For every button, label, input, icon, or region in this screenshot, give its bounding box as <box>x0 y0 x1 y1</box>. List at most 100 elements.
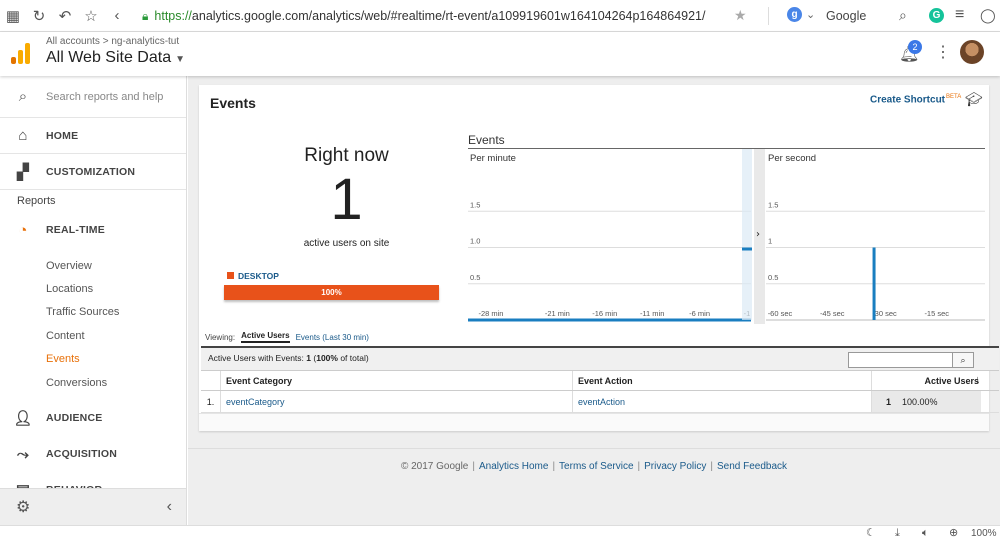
footer-link-feedback[interactable]: Send Feedback <box>717 461 787 472</box>
gear-icon[interactable]: ⚙ <box>16 497 30 517</box>
y-tick-label: 1.0 <box>470 237 480 246</box>
property-name: All Web Site Data <box>46 49 172 66</box>
address-bar[interactable]: 🔒︎ https://analytics.google.com/analytic… <box>142 4 778 28</box>
page-footer: © 2017 Google | Analytics Home | Terms o… <box>188 448 1000 484</box>
zoom-icon[interactable]: ⊕ <box>949 526 958 540</box>
graduation-cap-icon[interactable]: 🎓︎ <box>965 91 983 108</box>
card-footer <box>199 413 989 431</box>
x-tick-label: -28 min <box>478 309 503 318</box>
summary-prefix: Active Users with Events: <box>208 353 304 363</box>
header-event-category[interactable]: Event Category <box>221 371 573 390</box>
more-vert-icon[interactable]: ⋮ <box>935 42 951 62</box>
sidebar-item-label: CUSTOMIZATION <box>46 165 136 178</box>
sidebar-subitem-content[interactable]: Content <box>0 324 186 347</box>
sidebar-item-audience[interactable]: 👤︎ AUDIENCE <box>0 400 186 436</box>
avatar[interactable] <box>960 40 984 64</box>
summary-count: 1 <box>306 353 311 363</box>
breadcrumb-all-accounts[interactable]: All accounts <box>46 36 100 47</box>
x-tick-label: -21 min <box>545 309 570 318</box>
search-icon[interactable]: ⌕ <box>952 352 974 368</box>
current-minute-highlight <box>742 149 752 320</box>
sidebar-item-home[interactable]: ⌂ HOME <box>0 118 186 154</box>
bookmark-star-icon[interactable]: ★ <box>734 7 747 24</box>
download-icon[interactable]: ⤓ <box>895 526 900 540</box>
browser-menu-icon[interactable]: ≡ <box>955 6 964 24</box>
property-selector[interactable]: All Web Site Data ▼ <box>46 49 185 67</box>
right-now-label: Right now <box>304 145 389 166</box>
device-share-bar: 100% <box>224 285 439 300</box>
sidebar-subitem-traffic-sources[interactable]: Traffic Sources <box>0 301 186 324</box>
caret-down-icon: ▼ <box>175 54 185 65</box>
clock-icon: ◔ <box>18 221 28 239</box>
search-engine-name[interactable]: Google <box>826 9 866 23</box>
star-icon[interactable]: ☆ <box>78 0 104 32</box>
viewing-tabs: Viewing: Active Users Events (Last 30 mi… <box>205 331 369 343</box>
footer-link-privacy[interactable]: Privacy Policy <box>644 461 706 472</box>
x-tick-label: -15 sec <box>924 309 949 318</box>
create-shortcut-link[interactable]: Create ShortcutBETA <box>870 94 961 105</box>
person-icon: 👤︎ <box>13 410 33 428</box>
user-profile-icon[interactable]: ◯ <box>980 7 996 24</box>
divider <box>768 7 769 25</box>
row-event-action[interactable]: eventAction <box>573 391 872 412</box>
per-minute-bar <box>742 247 752 251</box>
grammarly-icon[interactable]: G <box>929 8 944 23</box>
undo-icon[interactable]: ↶ <box>52 0 78 32</box>
sidebar-item-acquisition[interactable]: ⤳ ACQUISITION <box>0 436 186 472</box>
x-tick-label: -45 sec <box>820 309 845 318</box>
analytics-logo[interactable] <box>11 42 31 64</box>
viewing-label: Viewing: <box>205 332 236 342</box>
grid-icon[interactable]: ▦ <box>0 0 26 32</box>
url-text[interactable]: https://analytics.google.com/analytics/w… <box>154 9 705 23</box>
moon-icon[interactable]: ☾ <box>866 526 876 540</box>
sidebar-subitem-overview[interactable]: Overview <box>0 254 186 277</box>
x-tick-label: -16 min <box>592 309 617 318</box>
search-icon[interactable]: ⌕ <box>899 7 907 24</box>
row-active-users: 1 <box>872 391 896 412</box>
collapse-chevron-icon[interactable]: ‹ <box>167 498 172 516</box>
events-charts: Per minute 0.5 1.0 1.5 -28 min -21 min -16 min… <box>468 149 985 324</box>
sidebar-subitem-conversions[interactable]: Conversions <box>0 371 186 394</box>
breadcrumb[interactable]: All accounts > ng-analytics-tut <box>46 36 179 47</box>
search-input[interactable]: Search reports and help <box>46 91 163 103</box>
table-toolbar: Active Users with Events: 1 (100% of tot… <box>201 346 999 371</box>
url-scheme: https:// <box>154 9 192 23</box>
sidebar-item-customization[interactable]: ▞ CUSTOMIZATION <box>0 154 186 190</box>
footer-sep: | <box>472 461 475 472</box>
sidebar-item-label: AUDIENCE <box>46 412 103 425</box>
zoom-level[interactable]: 100% <box>971 526 997 540</box>
acquisition-icon: ⤳ <box>16 445 30 463</box>
footer-link-analytics-home[interactable]: Analytics Home <box>479 461 548 472</box>
browser-status-bar: ☾ ⤓ 🔈︎ ⊕ 100% <box>0 525 1000 540</box>
footer-link-terms[interactable]: Terms of Service <box>559 461 633 472</box>
search-engine-icon[interactable]: g <box>787 7 802 22</box>
notification-badge: 2 <box>908 40 922 54</box>
row-event-category[interactable]: eventCategory <box>221 391 573 412</box>
active-users-count: 1 <box>330 167 363 232</box>
breadcrumb-separator: > <box>102 36 109 47</box>
sidebar-search[interactable]: ⌕ Search reports and help <box>0 76 186 118</box>
table-search-input[interactable] <box>848 352 954 368</box>
volume-icon[interactable]: 🔈︎ <box>922 526 929 540</box>
summary-suffix: of total) <box>337 353 369 363</box>
sidebar-footer: ⚙ ‹ <box>0 488 186 525</box>
sidebar-subitem-events[interactable]: Events <box>0 348 186 371</box>
breadcrumb-account[interactable]: ng-analytics-tut <box>111 36 179 47</box>
chevron-down-icon[interactable]: ⌄ <box>806 8 815 21</box>
sidebar-item-label: ACQUISITION <box>46 448 118 461</box>
tab-active-users[interactable]: Active Users <box>241 331 290 343</box>
tab-events-last-30[interactable]: Events (Last 30 min) <box>296 333 369 342</box>
back-icon[interactable]: ‹ <box>104 0 130 32</box>
main-content: Events Create ShortcutBETA 🎓︎ Right now … <box>188 76 1000 525</box>
chevron-right-icon: › <box>756 229 760 240</box>
device-legend-swatch <box>227 272 234 279</box>
sort-desc-icon[interactable]: ↓ <box>975 374 981 386</box>
x-tick-label: -11 min <box>640 309 664 318</box>
page-title: Events <box>210 95 256 111</box>
sidebar-item-realtime[interactable]: ◔ REAL-TIME <box>0 212 186 248</box>
sidebar: ⌕ Search reports and help ⌂ HOME ▞ CUSTO… <box>0 76 187 525</box>
events-table: Event Category Event Action Active Users… <box>201 371 999 413</box>
reload-icon[interactable]: ↻ <box>26 0 52 32</box>
sidebar-subitem-locations[interactable]: Locations <box>0 277 186 300</box>
header-event-action[interactable]: Event Action <box>573 371 872 390</box>
